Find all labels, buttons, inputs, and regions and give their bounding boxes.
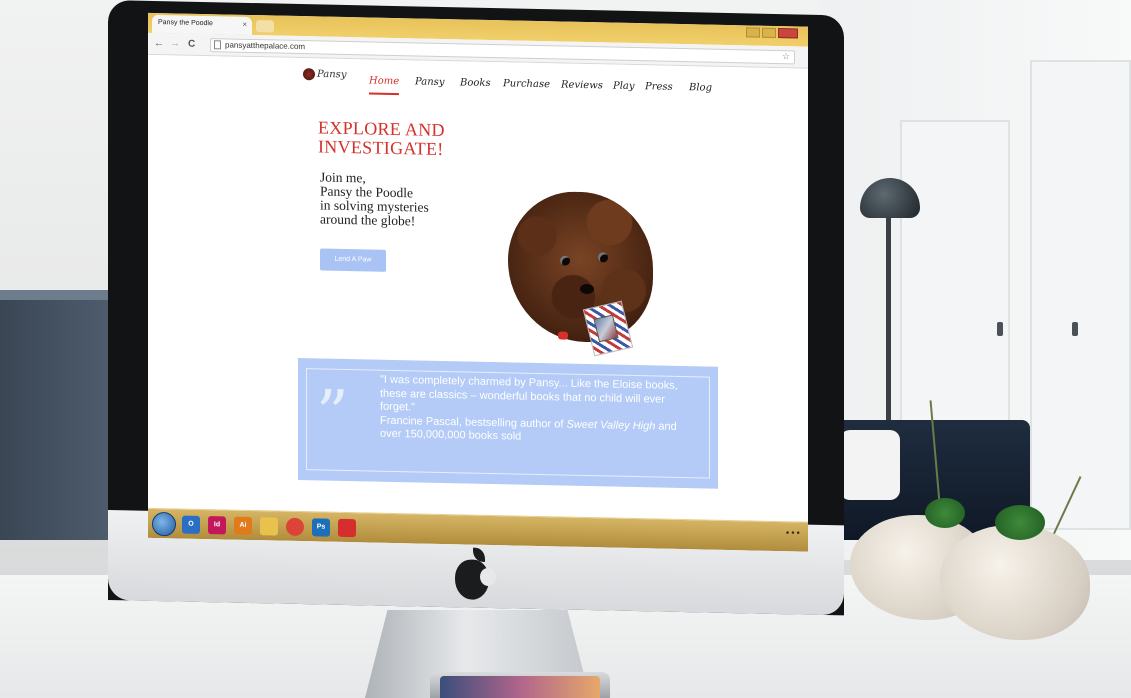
nav-play[interactable]: Play — [613, 81, 635, 92]
poodle-eye — [598, 252, 608, 263]
explorer-icon[interactable] — [260, 517, 278, 536]
nav-press[interactable]: Press — [645, 81, 673, 93]
logo-text: Pansy — [317, 68, 347, 81]
poodle-head — [508, 190, 653, 344]
nav-home[interactable]: Home — [369, 75, 400, 96]
indesign-icon[interactable]: Id — [208, 516, 226, 535]
testimonial-quote: "I was completely charmed by Pansy... Li… — [380, 373, 678, 414]
door-handle — [997, 322, 1003, 336]
acrobat-icon[interactable] — [338, 518, 356, 538]
pillow — [840, 430, 900, 500]
poodle-collar — [558, 331, 568, 340]
door-right — [1030, 60, 1131, 530]
outlook-icon[interactable]: O — [182, 515, 200, 534]
maximize-button[interactable] — [762, 27, 776, 38]
door-handle — [1072, 322, 1078, 336]
tab-title: Pansy the Poodle — [158, 19, 213, 28]
url-text: pansyatthepalace.com — [225, 40, 306, 52]
illustrator-icon[interactable]: Ai — [234, 516, 252, 536]
tab-close-icon[interactable]: × — [242, 20, 247, 29]
testimonial-text: "I was completely charmed by Pansy... Li… — [380, 374, 700, 448]
nav-blog[interactable]: Blog — [689, 82, 712, 93]
poodle-nose — [580, 283, 594, 295]
smartphone-screen — [440, 676, 600, 698]
forward-icon[interactable]: → — [170, 38, 180, 49]
photoshop-icon[interactable]: Ps — [312, 518, 330, 537]
nav-purchase[interactable]: Purchase — [503, 78, 550, 90]
nav-reviews[interactable]: Reviews — [561, 79, 603, 91]
chrome-icon[interactable] — [286, 517, 304, 537]
quote-mark-icon: ” — [316, 377, 349, 453]
browser-tab[interactable]: Pansy the Poodle × — [152, 14, 252, 36]
lend-a-paw-button[interactable]: Lend A Paw — [320, 248, 386, 272]
nav-books[interactable]: Books — [460, 77, 491, 89]
testimonial-box: ” "I was completely charmed by Pansy... … — [298, 357, 718, 489]
start-button[interactable] — [152, 511, 176, 537]
website: Pansy Home Pansy Books Purchase Reviews … — [148, 54, 808, 507]
window-controls — [746, 27, 798, 39]
succulent — [925, 498, 965, 528]
pansy-poodle-illustration — [498, 190, 658, 383]
testimonial-book-title: Sweet Valley High — [566, 418, 656, 432]
hero-title: EXPLORE AND INVESTIGATE! — [318, 117, 518, 160]
site-nav: Pansy Home Pansy Books Purchase Reviews … — [303, 64, 803, 106]
apple-logo-bite — [480, 567, 496, 587]
hero-sub-line: around the globe! — [320, 211, 416, 229]
reload-icon[interactable]: C — [188, 39, 195, 50]
nav-pansy[interactable]: Pansy — [415, 76, 444, 88]
pansy-logo-icon — [303, 68, 315, 81]
poodle-eye — [560, 255, 570, 266]
new-tab-button[interactable] — [256, 20, 274, 33]
hero-subtitle: Join me, Pansy the Poodle in solving mys… — [320, 169, 520, 230]
system-tray[interactable]: ● ● ● — [786, 530, 800, 536]
imac-monitor: Pansy the Poodle × ← → C pansyatthepalac… — [108, 0, 844, 616]
close-window-button[interactable] — [778, 28, 798, 39]
page-icon — [214, 40, 221, 50]
succulent — [995, 505, 1045, 540]
hero-title-line2: INVESTIGATE! — [318, 136, 444, 160]
minimize-button[interactable] — [746, 27, 760, 38]
site-logo[interactable]: Pansy — [303, 68, 346, 81]
screen: Pansy the Poodle × ← → C pansyatthepalac… — [148, 12, 808, 552]
bookmark-star-icon[interactable]: ☆ — [782, 51, 790, 62]
back-icon[interactable]: ← — [154, 38, 164, 49]
